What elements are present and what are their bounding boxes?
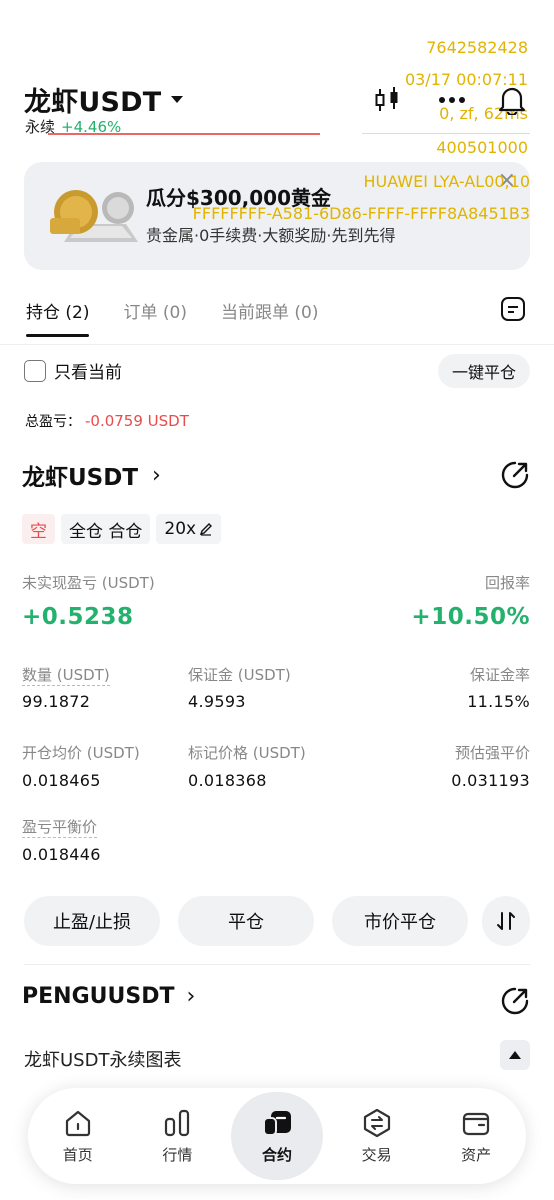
nav-futures[interactable]: 合约 [230, 1092, 323, 1180]
nav-home[interactable]: 首页 [32, 1092, 124, 1180]
current-only-filter[interactable]: 只看当前 [24, 358, 122, 383]
breakeven-price-label[interactable]: 盈亏平衡价 [22, 816, 98, 838]
side-tag: 空 [22, 514, 55, 544]
roe-value: +10.50% [411, 604, 530, 630]
close-position-button[interactable]: 平仓 [178, 896, 314, 946]
gold-bars-icon [50, 190, 138, 242]
margin-value: 4.9593 [188, 692, 246, 711]
tab-copy-trades[interactable]: 当前跟单 (0) [221, 298, 318, 323]
futures-icon [262, 1110, 291, 1136]
position-tabs: 持仓 (2) 订单 (0) 当前跟单 (0) [26, 298, 318, 337]
liquidation-price-label: 预估强平价 [454, 744, 530, 762]
share-icon[interactable] [500, 460, 530, 490]
unrealized-pnl-value: +0.5238 [22, 604, 134, 630]
nav-market[interactable]: 行情 [131, 1092, 223, 1180]
divider [24, 964, 530, 965]
wallet-icon [463, 1112, 490, 1135]
nav-futures-label: 合约 [261, 1145, 292, 1164]
tp-sl-button[interactable]: 止盈/止损 [24, 896, 160, 946]
divider [48, 133, 320, 135]
mark-price-label: 标记价格 (USDT) [188, 744, 306, 762]
margin-ratio-value: 11.15% [467, 692, 530, 711]
breakeven-price-value: 0.018446 [22, 845, 101, 864]
quantity-label[interactable]: 数量 (USDT) [22, 664, 110, 686]
current-only-label: 只看当前 [54, 363, 122, 383]
tab-orders[interactable]: 订单 (0) [123, 298, 186, 323]
position-symbol[interactable]: 龙虾USDT › [22, 458, 161, 492]
current-only-checkbox[interactable] [24, 359, 46, 382]
margin-ratio-label: 保证金率 [469, 666, 530, 684]
candlestick-icon[interactable] [372, 84, 404, 116]
quantity-value: 99.1872 [22, 692, 91, 711]
market-icon [165, 1109, 190, 1136]
tab-positions[interactable]: 持仓 (2) [26, 298, 90, 337]
position-tags: 空 全仓 合仓 20x [22, 514, 222, 544]
symbol-title: 龙虾USDT [24, 87, 162, 118]
debug-code: 400501000 [436, 138, 528, 157]
leverage-tag[interactable]: 20x [156, 514, 222, 544]
mark-price-value: 0.018368 [188, 771, 267, 790]
debug-uuid: FFFFFFFF-A581-6D86-FFFF-FFFF8A8451B3 [192, 204, 530, 223]
nav-assets-label: 资产 [461, 1145, 492, 1164]
unrealized-pnl-label: 未实现盈亏 (USDT) [22, 574, 155, 592]
more-icon[interactable] [436, 84, 468, 116]
total-pnl-value: -0.0759 USDT [85, 412, 189, 430]
chevron-right-icon: › [152, 462, 161, 488]
liquidation-price-value: 0.031193 [451, 771, 530, 790]
debug-device: HUAWEI LYA-AL00,10 [363, 172, 530, 191]
position-symbol-label: 龙虾USDT [22, 465, 139, 491]
entry-price-value: 0.018465 [22, 771, 101, 790]
bottom-navigation: 首页 行情 合约 交易 资产 [28, 1088, 526, 1184]
entry-price-label: 开仓均价 (USDT) [22, 744, 140, 762]
close-all-button[interactable]: 一键平仓 [437, 354, 530, 388]
share-icon[interactable] [500, 986, 530, 1016]
nav-assets[interactable]: 资产 [430, 1092, 522, 1180]
divider [0, 344, 554, 345]
margin-mode-tag[interactable]: 全仓 合仓 [61, 514, 151, 544]
caret-up-icon [509, 1051, 521, 1059]
margin-label: 保证金 (USDT) [188, 666, 291, 684]
position-symbol[interactable]: PENGUUSDT › [22, 984, 195, 1009]
trade-icon [363, 1108, 390, 1137]
nav-trade-label: 交易 [361, 1145, 392, 1164]
debug-id: 7642582428 [426, 38, 528, 57]
total-pnl: 总盈亏： -0.0759 USDT [25, 411, 189, 431]
chevron-right-icon: › [186, 984, 196, 1009]
symbol-selector[interactable]: 龙虾USDT [24, 80, 184, 119]
nav-market-label: 行情 [162, 1145, 193, 1164]
roe-label: 回报率 [484, 574, 530, 592]
swap-vertical-icon [497, 912, 515, 930]
banner-subtitle: 贵金属·0手续费·大额奖励·先到先得 [146, 226, 396, 245]
chart-panel-label[interactable]: 龙虾USDT永续图表 [24, 1046, 181, 1072]
chart-expand-button[interactable] [500, 1040, 530, 1070]
market-close-button[interactable]: 市价平仓 [332, 896, 468, 946]
notes-icon[interactable] [500, 296, 526, 322]
nav-home-label: 首页 [62, 1145, 93, 1164]
reverse-position-button[interactable] [482, 896, 530, 946]
home-icon [65, 1110, 90, 1136]
leverage-value: 20x [164, 519, 197, 539]
edit-icon [200, 523, 213, 536]
nav-trade[interactable]: 交易 [331, 1092, 423, 1180]
divider [362, 133, 530, 134]
bell-icon[interactable] [496, 84, 528, 116]
caret-down-icon [171, 96, 184, 103]
position-symbol-label: PENGUUSDT [22, 984, 175, 1009]
total-pnl-label: 总盈亏： [25, 414, 81, 430]
